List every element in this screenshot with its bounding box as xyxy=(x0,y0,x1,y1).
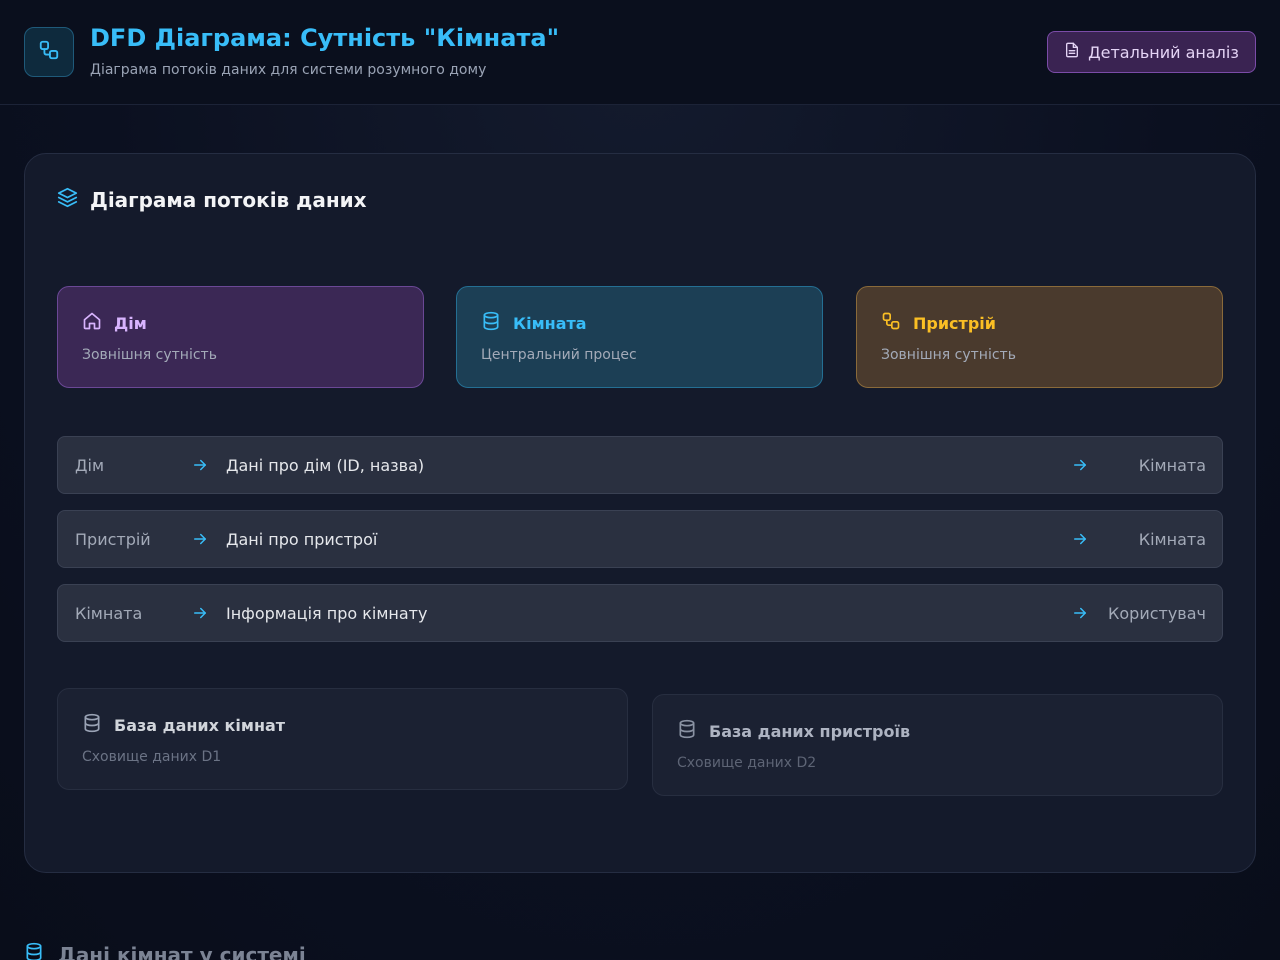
diagram-title-label: Діаграма потоків даних xyxy=(90,188,367,212)
data-store-rooms[interactable]: База даних кімнат Сховище даних D1 xyxy=(57,688,628,790)
entity-name: Кімната xyxy=(513,313,587,333)
document-icon xyxy=(1064,42,1080,62)
entity-type: Зовнішня сутність xyxy=(881,347,1016,363)
home-icon xyxy=(82,311,102,335)
entity-device[interactable]: Пристрій Зовнішня сутність xyxy=(856,286,1223,388)
flow-target: Кімната xyxy=(1138,456,1206,475)
page-title: DFD Діаграма: Сутність "Кімната" xyxy=(90,24,560,52)
flow-row[interactable]: Пристрій Дані про пристрої Кімната xyxy=(57,510,1223,568)
page-header: DFD Діаграма: Сутність "Кімната" Діаграм… xyxy=(0,0,1280,105)
database-icon xyxy=(82,713,102,737)
arrow-right-icon xyxy=(191,604,209,626)
detail-analysis-button[interactable]: Детальний аналіз xyxy=(1047,31,1256,73)
store-name: База даних кімнат xyxy=(114,715,286,735)
arrow-right-icon xyxy=(1071,456,1089,478)
section-title-room-data: Дані кімнат у системі xyxy=(24,942,306,960)
logo-box xyxy=(24,27,74,77)
flow-description: Інформація про кімнату xyxy=(226,604,428,623)
flow-description: Дані про дім (ID, назва) xyxy=(226,456,425,475)
diagram-title: Діаграма потоків даних xyxy=(57,187,367,213)
store-type: Сховище даних D1 xyxy=(82,749,222,765)
store-name: База даних пристроїв xyxy=(709,721,911,741)
layers-icon xyxy=(57,187,78,213)
page-subtitle: Діаграма потоків даних для системи розум… xyxy=(90,62,487,78)
entity-name: Дім xyxy=(114,313,147,333)
arrow-right-icon xyxy=(191,530,209,552)
data-store-devices[interactable]: База даних пристроїв Сховище даних D2 xyxy=(652,694,1223,796)
workflow-icon xyxy=(38,39,60,65)
store-type: Сховище даних D2 xyxy=(677,755,817,771)
flow-source: Кімната xyxy=(75,604,143,623)
flow-description: Дані про пристрої xyxy=(226,530,378,549)
arrow-right-icon xyxy=(1071,530,1089,552)
flow-row[interactable]: Дім Дані про дім (ID, назва) Кімната xyxy=(57,436,1223,494)
arrow-right-icon xyxy=(191,456,209,478)
flow-source: Пристрій xyxy=(75,530,151,549)
entity-home[interactable]: Дім Зовнішня сутність xyxy=(57,286,424,388)
flow-target: Користувач xyxy=(1108,604,1206,623)
database-icon xyxy=(481,311,501,335)
entity-type: Центральний процес xyxy=(481,347,637,363)
entity-room[interactable]: Кімната Центральний процес xyxy=(456,286,823,388)
flow-row[interactable]: Кімната Інформація про кімнату Користува… xyxy=(57,584,1223,642)
database-icon xyxy=(24,942,44,960)
entity-name: Пристрій xyxy=(913,313,996,333)
workflow-icon xyxy=(881,311,901,335)
database-icon xyxy=(677,719,697,743)
entity-type: Зовнішня сутність xyxy=(82,347,217,363)
section-title-label: Дані кімнат у системі xyxy=(58,942,306,960)
flow-source: Дім xyxy=(75,456,105,475)
flow-target: Кімната xyxy=(1138,530,1206,549)
detail-analysis-label: Детальний аналіз xyxy=(1088,42,1239,62)
arrow-right-icon xyxy=(1071,604,1089,626)
